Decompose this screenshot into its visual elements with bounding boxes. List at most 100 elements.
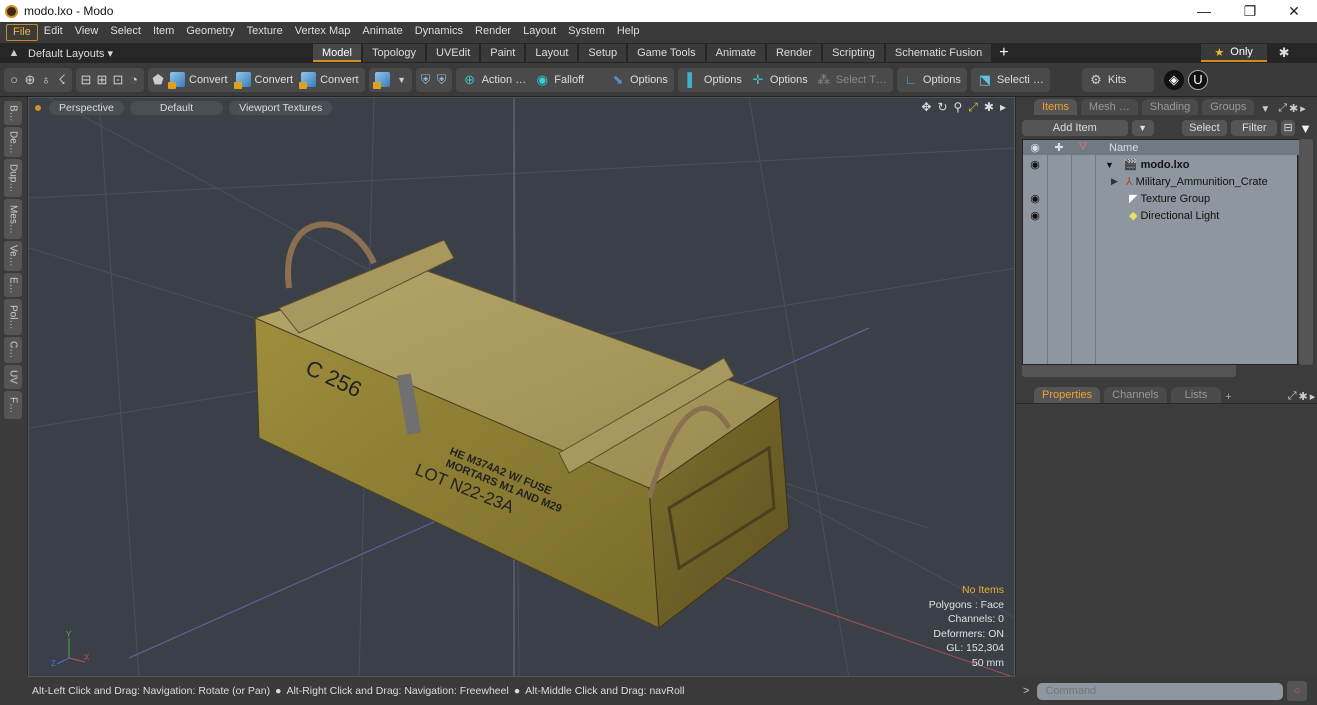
pen-icon[interactable]: ♁ [38, 72, 54, 88]
viewport-textures-dropdown[interactable]: Viewport Textures [229, 101, 333, 115]
menu-edit[interactable]: Edit [38, 24, 69, 41]
menu-layout[interactable]: Layout [517, 24, 562, 41]
left-tab-curve[interactable]: C… [4, 337, 22, 363]
filter-funnel-icon[interactable]: ▼ [1299, 121, 1312, 136]
menu-view[interactable]: View [69, 24, 105, 41]
record-macro-icon[interactable]: ○ [1287, 681, 1308, 701]
menu-vertex-map[interactable]: Vertex Map [289, 24, 357, 41]
polygon-icon[interactable]: ⊟ [78, 72, 94, 88]
left-tab-deform[interactable]: De… [4, 127, 22, 157]
edge-icon[interactable]: ☇ [54, 72, 70, 88]
globe-icon[interactable]: ⊕ [22, 72, 38, 88]
tree-row-crate[interactable]: ▶ ⅄ Military_Ammunition_Crate [1023, 173, 1299, 190]
dropdown-arrow-icon[interactable]: ▼ [394, 72, 410, 88]
left-tab-vertex[interactable]: Ve… [4, 241, 22, 271]
tree-horizontal-scrollbar[interactable] [1022, 365, 1236, 377]
tree-row-modo-lxo[interactable]: ◉ ▼ 🎬 modo.lxo [1023, 156, 1299, 173]
action-button[interactable]: ⊕ Action … [458, 69, 531, 91]
select-through-button[interactable]: ⁂ Select T… [812, 69, 891, 91]
maximize-icon[interactable]: ⤢ [968, 100, 978, 115]
eye-icon[interactable]: ◉ [1023, 209, 1047, 222]
left-tab-mesh-edit[interactable]: Mes… [4, 199, 22, 239]
unity-icon[interactable]: ◈ [1163, 69, 1184, 90]
tab-animate[interactable]: Animate [706, 44, 765, 62]
convert-button-2[interactable]: Convert [232, 69, 298, 91]
gear-icon[interactable]: ✱ [1279, 45, 1290, 61]
filter-button[interactable]: Filter [1231, 120, 1278, 136]
rotate-icon[interactable]: ↻ [937, 100, 947, 115]
panel-arrow-icon[interactable]: ▸ [1310, 390, 1316, 403]
tab-lists[interactable]: Lists [1170, 387, 1222, 403]
uv-icon[interactable]: ⊞ [94, 72, 110, 88]
convert-button-1[interactable]: Convert [166, 69, 232, 91]
menu-help[interactable]: Help [611, 24, 646, 41]
left-tab-fusion[interactable]: F… [4, 391, 22, 419]
default-layouts-dropdown[interactable]: Default Layouts ▾ [28, 47, 313, 60]
panel-expand-icon[interactable]: ⤢ [1288, 390, 1297, 403]
options-button-2[interactable]: ▌ Options [680, 69, 746, 91]
menu-select[interactable]: Select [104, 24, 147, 41]
menu-render[interactable]: Render [469, 24, 517, 41]
visibility-column-icon[interactable]: ◉ [1023, 141, 1047, 154]
menu-animate[interactable]: Animate [356, 24, 408, 41]
workplane-icon[interactable]: ⛨ [434, 72, 450, 88]
selection-sets-button[interactable]: ⬔ Selecti … [973, 69, 1048, 91]
tab-schematic-fusion[interactable]: Schematic Fusion [885, 44, 992, 62]
3d-viewport[interactable]: C 256 HE M374A2 W/ FUSE MORTARS M1 AND M… [28, 97, 1015, 677]
left-tab-uv[interactable]: UV [4, 365, 22, 389]
expand-triangle-icon[interactable]: ▼ [1105, 160, 1114, 170]
collapse-icon[interactable]: ⊟ [1281, 120, 1296, 136]
menu-geometry[interactable]: Geometry [180, 24, 240, 41]
panel-arrow-icon[interactable]: ▸ [1300, 102, 1306, 115]
zoom-icon[interactable]: ⚲ [954, 100, 963, 115]
primitive-button[interactable] [371, 69, 394, 91]
add-tab-button[interactable]: + [1225, 391, 1231, 403]
tab-scripting[interactable]: Scripting [823, 44, 884, 62]
pan-icon[interactable]: ✥ [921, 100, 931, 115]
restore-button[interactable]: ❐ [1227, 0, 1273, 22]
shading-dropdown[interactable]: Default [129, 101, 224, 115]
tree-row-directional-light[interactable]: ◉ ◆ Directional Light [1023, 207, 1299, 224]
tab-shading[interactable]: Shading [1141, 99, 1199, 115]
eye-icon[interactable]: ◉ [1023, 158, 1047, 171]
viewport-gear-icon[interactable]: ✱ [984, 100, 994, 115]
add-item-button[interactable]: Add Item [1022, 120, 1128, 136]
menu-texture[interactable]: Texture [241, 24, 289, 41]
left-tab-polygon[interactable]: Pol… [4, 299, 22, 335]
select-button[interactable]: Select [1181, 120, 1228, 136]
tab-model[interactable]: Model [313, 44, 361, 62]
name-column-header[interactable]: Name [1109, 142, 1138, 154]
tab-paint[interactable]: Paint [481, 44, 525, 62]
tabs-dropdown-icon[interactable]: ▼ [1260, 104, 1270, 115]
collapse-triangle-icon[interactable]: ▶ [1111, 176, 1118, 187]
add-layout-button[interactable]: + [993, 44, 1014, 62]
lock-column-icon[interactable]: ✚ [1047, 141, 1071, 154]
tab-game-tools[interactable]: Game Tools [628, 44, 705, 62]
item-icon[interactable]: ◔ [126, 72, 142, 88]
convert-button-3[interactable]: Convert [297, 69, 363, 91]
collapse-arrow-icon[interactable]: ▲ [0, 47, 28, 59]
options-button-3[interactable]: ✛ Options [746, 69, 812, 91]
menu-item[interactable]: Item [147, 24, 180, 41]
left-tab-basic[interactable]: B… [4, 101, 22, 125]
add-item-dropdown-icon[interactable]: ▼ [1131, 120, 1154, 136]
view-type-dropdown[interactable]: Perspective [49, 101, 124, 115]
panel-expand-icon[interactable]: ⤢ [1278, 102, 1287, 115]
unreal-icon[interactable]: U [1187, 69, 1208, 90]
expand-arrow-icon[interactable]: ▸ [1000, 100, 1006, 115]
left-tab-duplicate[interactable]: Dup… [4, 159, 22, 197]
panel-gear-icon[interactable]: ✱ [1299, 390, 1308, 403]
falloff-button[interactable]: ◉ Falloff [530, 69, 588, 91]
type-column-icon[interactable]: ⛛ [1071, 141, 1095, 154]
minimize-button[interactable]: — [1181, 0, 1227, 22]
close-button[interactable]: ✕ [1271, 0, 1317, 22]
material-icon[interactable]: ⊡ [110, 72, 126, 88]
tab-layout[interactable]: Layout [526, 44, 578, 62]
options-button-4[interactable]: ∟ Options [899, 69, 965, 91]
options-button-1[interactable]: ⬊ Options [606, 69, 672, 91]
tab-setup[interactable]: Setup [579, 44, 627, 62]
tab-render[interactable]: Render [766, 44, 822, 62]
tab-mesh[interactable]: Mesh … [1080, 99, 1138, 115]
tab-channels[interactable]: Channels [1104, 387, 1167, 403]
only-toggle[interactable]: ★ Only [1200, 44, 1267, 62]
